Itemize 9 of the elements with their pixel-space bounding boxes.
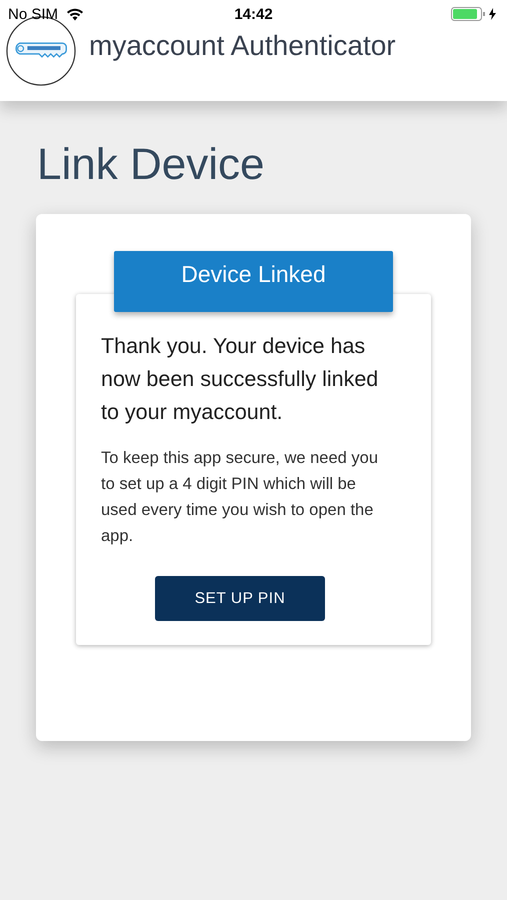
battery-icon bbox=[450, 7, 499, 21]
wifi-icon bbox=[66, 8, 84, 20]
page-title: Link Device bbox=[37, 143, 266, 187]
clock-time: 14:42 bbox=[233, 6, 274, 22]
pin-instructions: To keep this app secure, we need you to set up a 4 digit PIN which will be used every time you wish to open the app. bbox=[101, 448, 379, 547]
app-title: myaccount Authenticator bbox=[89, 30, 396, 62]
device-linked-banner: Device Linked bbox=[114, 251, 393, 312]
set-up-pin-button[interactable]: SET UP PIN bbox=[155, 576, 325, 621]
confirmation-message: Thank you. Your device has now been successfully linked to your myaccount. bbox=[101, 333, 379, 426]
